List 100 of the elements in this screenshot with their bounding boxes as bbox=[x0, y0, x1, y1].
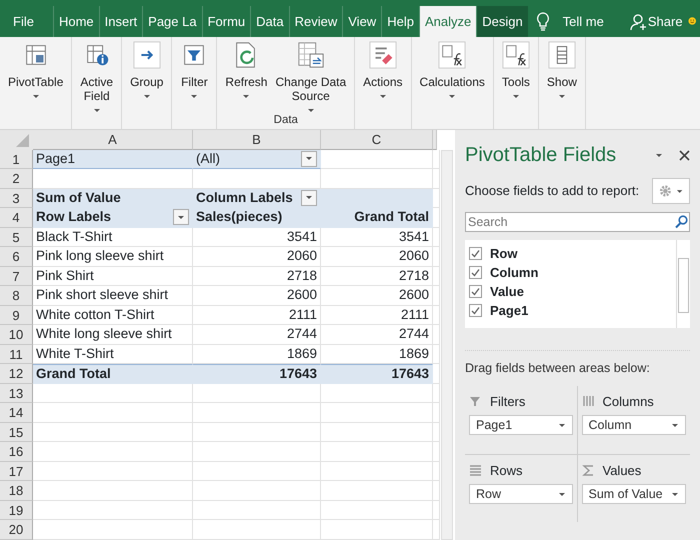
form-icon bbox=[548, 41, 576, 69]
area-label: Columns bbox=[602, 392, 654, 411]
sheet-column-heading[interactable]: A bbox=[33, 130, 193, 150]
row-number[interactable]: 3 bbox=[0, 188, 33, 208]
table-cell: 2718 bbox=[321, 266, 433, 286]
dropdown-caret-icon bbox=[190, 93, 198, 100]
lightbulb-icon bbox=[536, 12, 550, 32]
check-icon bbox=[471, 268, 480, 277]
row-number[interactable]: 17 bbox=[0, 462, 33, 481]
row-number[interactable]: 20 bbox=[0, 520, 33, 540]
ribbon-button[interactable]: Filter bbox=[178, 41, 210, 113]
check-icon bbox=[471, 249, 480, 258]
table-cell: Page1 bbox=[33, 150, 193, 169]
search-field[interactable]: Search bbox=[465, 212, 690, 232]
area-field-dropdown[interactable]: Row bbox=[469, 484, 572, 504]
pane-title: PivotTable Fields bbox=[465, 143, 616, 168]
area-field-dropdown[interactable]: Sum of Value bbox=[582, 484, 686, 504]
row-number[interactable]: 19 bbox=[0, 500, 33, 520]
data-source-icon bbox=[296, 41, 325, 69]
vertical-scrollbar[interactable] bbox=[441, 150, 453, 540]
row-number[interactable]: 4 bbox=[0, 208, 33, 228]
table-cell: 2718 bbox=[193, 266, 321, 286]
caret-icon bbox=[558, 490, 566, 498]
field-list-scrollbar[interactable] bbox=[676, 240, 690, 328]
ribbon-button[interactable]: Tools bbox=[500, 41, 532, 113]
field-checkbox[interactable]: Column bbox=[469, 263, 676, 282]
ribbon-tab[interactable]: Design bbox=[476, 6, 528, 37]
row-number[interactable]: 15 bbox=[0, 422, 33, 442]
row-number[interactable]: 8 bbox=[0, 286, 33, 306]
area-label: Values bbox=[602, 462, 642, 480]
table-cell-text: Row Labels bbox=[36, 208, 112, 226]
row-number[interactable]: 9 bbox=[0, 306, 33, 325]
pane-subtitle: Choose fields to add to report: bbox=[465, 182, 640, 200]
ribbon-button[interactable]: Active Field bbox=[78, 41, 116, 114]
check-icon bbox=[471, 306, 480, 315]
ribbon-button[interactable]: Show bbox=[544, 41, 579, 113]
columns-icon bbox=[582, 395, 594, 408]
sheet-column-heading[interactable]: C bbox=[321, 130, 433, 150]
row-number[interactable]: 7 bbox=[0, 266, 33, 286]
area-field-dropdown[interactable]: Column bbox=[582, 415, 686, 436]
field-checkbox[interactable]: Row bbox=[469, 244, 676, 263]
rows-icon bbox=[469, 464, 482, 477]
share-button[interactable]: Share bbox=[624, 6, 688, 37]
ribbon-button[interactable]: Actions bbox=[361, 41, 405, 113]
caret-icon bbox=[177, 214, 185, 221]
close-button[interactable] bbox=[679, 150, 690, 160]
row-number[interactable]: 14 bbox=[0, 403, 33, 422]
table-cell: White long sleeve shirt bbox=[33, 325, 193, 344]
ribbon-button[interactable]: Refresh bbox=[223, 41, 270, 114]
check-icon bbox=[471, 287, 480, 296]
field-checkbox[interactable]: Value bbox=[469, 282, 676, 301]
filter-dropdown-button[interactable] bbox=[173, 209, 189, 226]
table-cell-text: Column Labels bbox=[196, 188, 293, 207]
table-eraser-icon bbox=[368, 41, 397, 69]
ribbon-tab[interactable]: File bbox=[8, 6, 39, 37]
row-number[interactable]: 6 bbox=[0, 247, 33, 266]
sheet-column-heading[interactable]: B bbox=[193, 130, 321, 150]
row-number[interactable]: 18 bbox=[0, 481, 33, 500]
caret-icon bbox=[305, 155, 313, 162]
dropdown-caret-icon bbox=[92, 107, 101, 114]
table-cell: 2111 bbox=[321, 306, 433, 325]
row-number[interactable]: 12 bbox=[0, 364, 33, 384]
caret-icon bbox=[676, 188, 683, 194]
table-cell-text: (All) bbox=[196, 150, 220, 168]
filter-dropdown-button[interactable] bbox=[301, 150, 317, 167]
table-cell: 2600 bbox=[321, 286, 433, 306]
filter-dropdown-button[interactable] bbox=[301, 190, 317, 206]
table-cell: White cotton T-Shirt bbox=[33, 306, 193, 325]
table-cell: 2600 bbox=[193, 286, 321, 306]
ribbon-button[interactable]: Calculations bbox=[418, 41, 487, 113]
ribbon-button[interactable]: PivotTable bbox=[6, 41, 66, 113]
caret-icon bbox=[558, 422, 566, 429]
ribbon-button[interactable]: Change Data Source bbox=[273, 41, 348, 114]
settings-icon bbox=[659, 184, 672, 198]
table-cell: Pink short sleeve shirt bbox=[33, 286, 193, 306]
row-number[interactable]: 11 bbox=[0, 344, 33, 364]
table-cell: 3541 bbox=[321, 228, 433, 247]
caret-icon bbox=[305, 194, 313, 202]
dropdown-caret-icon bbox=[448, 93, 456, 100]
table-cell: Grand Total bbox=[33, 364, 193, 384]
sigma-icon bbox=[582, 464, 594, 477]
caret-icon bbox=[671, 490, 679, 498]
area-label: Filters bbox=[490, 392, 526, 411]
row-number[interactable]: 1 bbox=[0, 150, 33, 169]
row-number[interactable]: 16 bbox=[0, 442, 33, 462]
area-field-dropdown[interactable]: Page1 bbox=[469, 415, 572, 436]
row-number[interactable]: 13 bbox=[0, 384, 33, 403]
field-checkbox[interactable]: Page1 bbox=[469, 301, 676, 320]
row-number[interactable]: 5 bbox=[0, 228, 33, 247]
dropdown-caret-icon bbox=[306, 107, 315, 114]
table-cell: 3541 bbox=[193, 228, 321, 247]
row-number[interactable]: 2 bbox=[0, 169, 33, 188]
table-cell: Sales(pieces) bbox=[193, 208, 321, 228]
tell-me-search[interactable]: Tell me bbox=[558, 6, 609, 37]
row-number[interactable]: 10 bbox=[0, 325, 33, 344]
dropdown-caret-icon bbox=[142, 93, 151, 100]
ribbon-button[interactable]: Group bbox=[128, 41, 166, 113]
filter-icon bbox=[469, 395, 482, 408]
formula-icon bbox=[502, 41, 530, 69]
ribbon-tab[interactable]: Analyze bbox=[418, 6, 476, 37]
